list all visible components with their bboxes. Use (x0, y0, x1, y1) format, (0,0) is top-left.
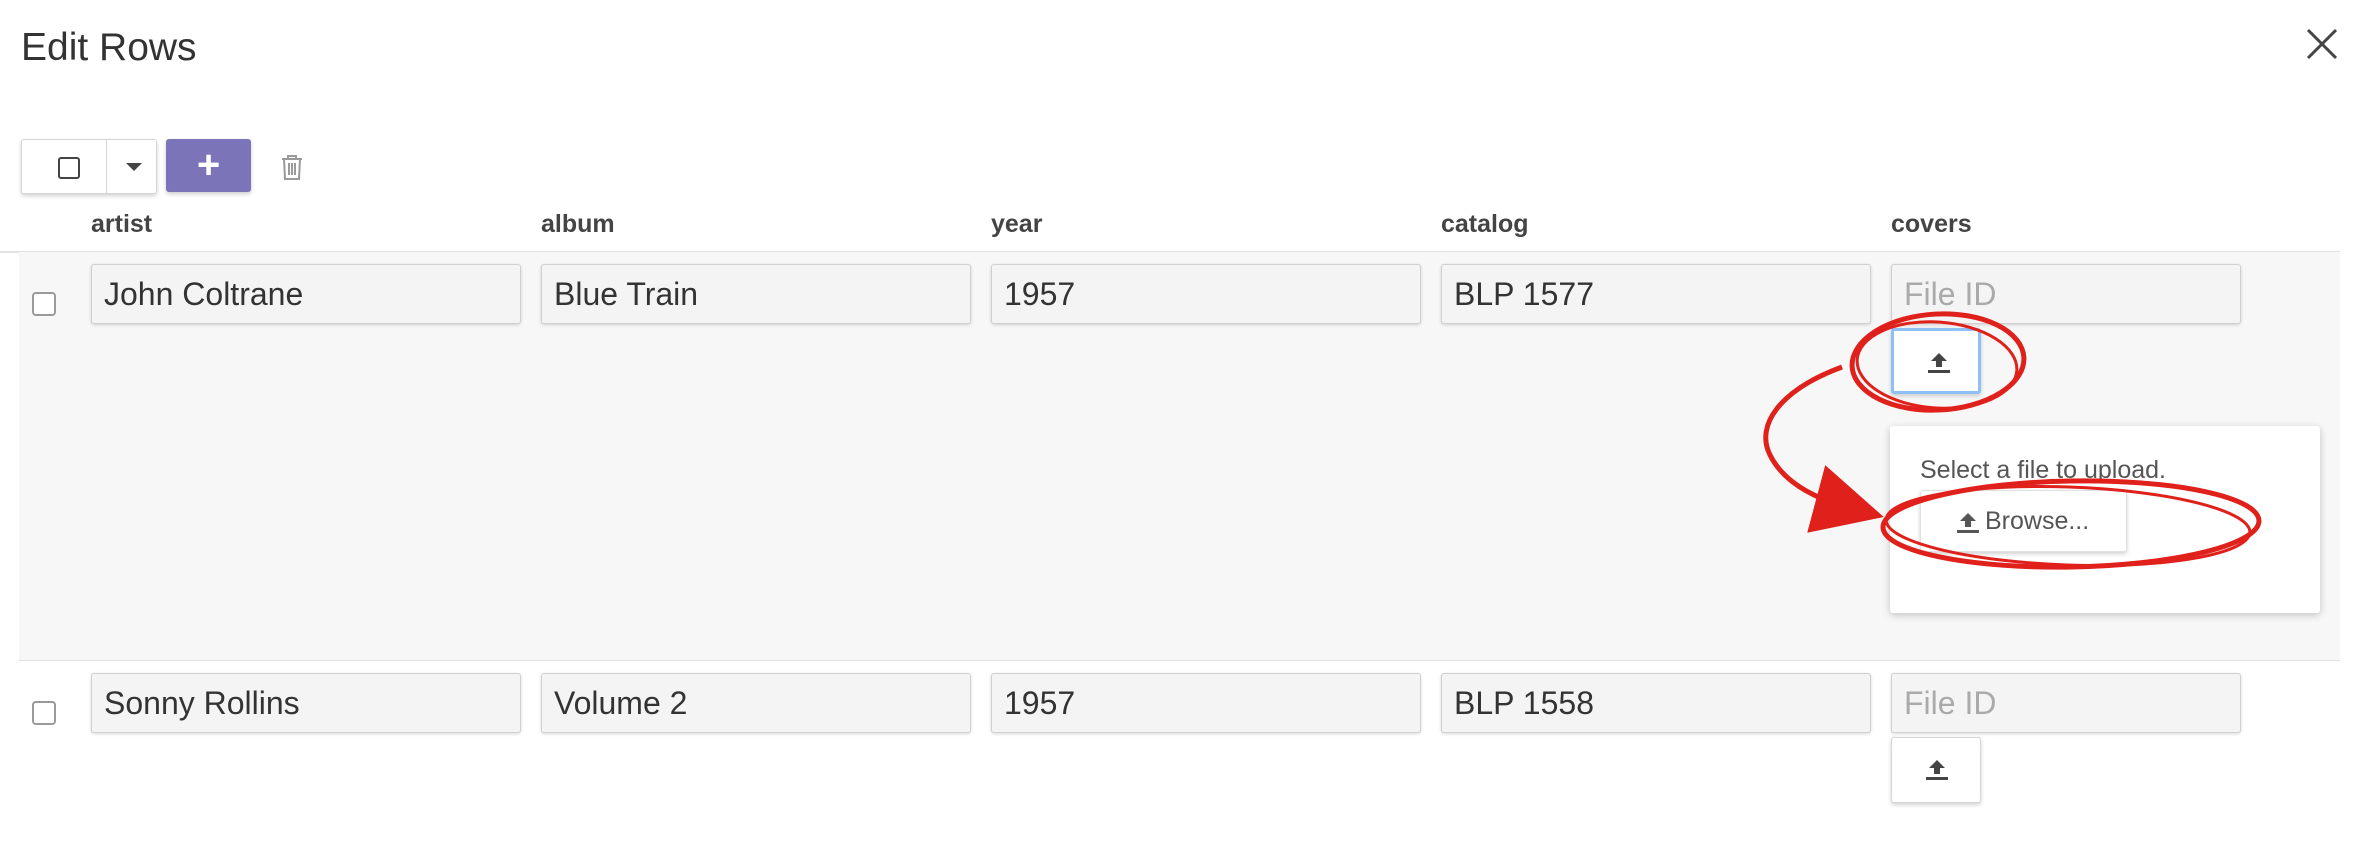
row-checkbox[interactable] (32, 292, 56, 316)
year-field[interactable]: 1957 (991, 673, 1421, 733)
artist-field[interactable]: John Coltrane (91, 264, 521, 324)
upload-icon (1957, 513, 1979, 533)
row-checkbox[interactable] (32, 701, 56, 725)
trash-icon[interactable] (279, 153, 305, 181)
column-header-year: year (991, 210, 1043, 238)
column-header-catalog: catalog (1441, 210, 1529, 238)
upload-button[interactable] (1891, 328, 1981, 394)
year-field[interactable]: 1957 (991, 264, 1421, 324)
catalog-field[interactable]: BLP 1558 (1441, 673, 1871, 733)
close-icon[interactable] (2300, 22, 2344, 66)
upload-icon (1926, 760, 1948, 780)
select-rows-control[interactable] (21, 139, 157, 194)
column-header-album: album (541, 210, 615, 238)
upload-message: Select a file to upload. (1920, 456, 2166, 484)
column-header-covers: covers (1891, 210, 1972, 238)
dialog-title: Edit Rows (21, 26, 197, 69)
album-field[interactable]: Volume 2 (541, 673, 971, 733)
column-header-artist: artist (91, 210, 153, 238)
add-row-button[interactable]: + (166, 139, 251, 192)
album-field[interactable]: Blue Train (541, 264, 971, 324)
browse-button[interactable]: Browse... (1920, 490, 2127, 552)
table-header: artist album year catalog covers (0, 205, 2340, 253)
upload-icon (1928, 353, 1950, 373)
catalog-field[interactable]: BLP 1577 (1441, 264, 1871, 324)
upload-popup: Select a file to upload. Browse... (1890, 426, 2320, 613)
table-row: Sonny Rollins Volume 2 1957 BLP 1558 Fil… (19, 661, 2340, 844)
divider (106, 140, 107, 193)
upload-button[interactable] (1891, 737, 1981, 803)
checkbox-icon[interactable] (58, 157, 80, 179)
caret-down-icon[interactable] (126, 163, 142, 171)
covers-file-id-input[interactable]: File ID (1891, 264, 2241, 324)
table-row: John Coltrane Blue Train 1957 BLP 1577 F… (19, 252, 2340, 662)
browse-label: Browse... (1985, 507, 2090, 535)
artist-field[interactable]: Sonny Rollins (91, 673, 521, 733)
covers-file-id-input[interactable]: File ID (1891, 673, 2241, 733)
